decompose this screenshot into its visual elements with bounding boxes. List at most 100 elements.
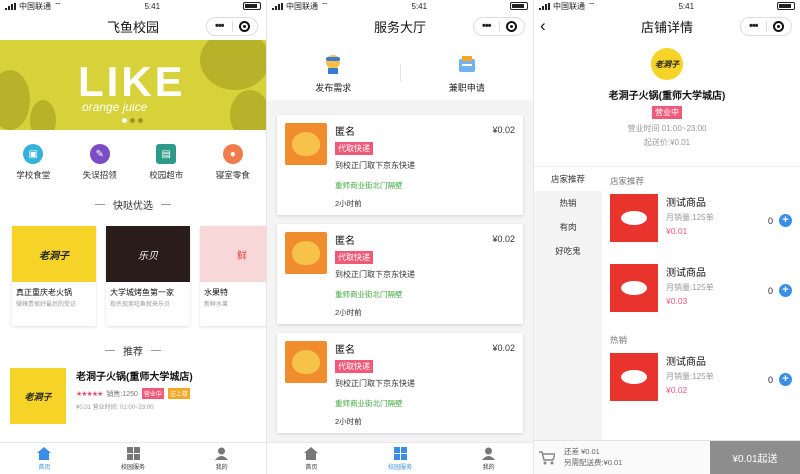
category-sidebar: 店家推荐 热销 有肉 好吃鬼 — [534, 167, 602, 446]
carrier: 中国联通 — [286, 1, 318, 11]
page-title: 店铺详情 — [640, 19, 693, 35]
rating-stars: ★★★★★ — [76, 390, 103, 398]
tab-services[interactable]: 校园服务 — [356, 443, 445, 474]
battery-icon — [509, 2, 528, 10]
cart-bar: 还差 ¥0.01 另需配送费:¥0.01 ¥0.01起送 — [534, 440, 800, 474]
publish-button[interactable]: 发布需求 — [267, 53, 400, 94]
status-badge: 营业中 — [652, 106, 682, 119]
recommend-item[interactable]: 老洞子 老洞子火锅(重师大学城店) ★★★★★ 销售:1250 营业中 送上楼 … — [0, 360, 266, 424]
tab-services[interactable]: 校园服务 — [89, 443, 178, 474]
cart-icon[interactable] — [534, 441, 560, 474]
tab-bar: 首页 校园服务 我的 — [267, 442, 533, 474]
request-time: 2小时前 — [335, 417, 362, 426]
more-icon[interactable]: ••• — [741, 18, 766, 35]
sidebar-item-recommend[interactable]: 店家推荐 — [534, 167, 602, 191]
parttime-apply-button[interactable]: 兼职申请 — [401, 53, 534, 94]
tab-me[interactable]: 我的 — [444, 443, 533, 474]
goods-image — [610, 353, 658, 401]
canteen-icon: ▣ — [23, 144, 44, 164]
add-icon[interactable]: + — [779, 373, 792, 386]
sidebar-item-meat[interactable]: 有肉 — [534, 215, 602, 239]
wifi-icon: ⌔ — [321, 1, 329, 10]
status-bar: 中国联通 ⌔ 5:41 — [267, 0, 533, 12]
sidebar-item-hot[interactable]: 热销 — [534, 191, 602, 215]
status-bar: 中国联通 ⌔ 5:41 — [534, 0, 800, 12]
user-icon — [214, 447, 229, 461]
close-target-icon[interactable] — [500, 21, 525, 32]
goods-list: 店家推荐 测试商品 月销量:125单 ¥0.01 0 + 测试商品 月销量:125… — [602, 167, 800, 446]
shop-desc: 新鲜水果 — [204, 302, 229, 308]
hours-line: ¥0.01 营业时间: 01:00~23:00 — [76, 405, 154, 411]
request-card[interactable]: 匿名 代取快递 到校正门取下京东快递 重师商业街北门隔壁 2小时前 ¥0.02 — [277, 333, 523, 433]
avatar — [285, 123, 327, 165]
business-hours: 营业时间 01:00~23:00 — [627, 124, 707, 133]
shop-card[interactable]: 鲜 水果特 新鲜水果 — [200, 226, 266, 326]
shop-name: 水果特 — [204, 288, 228, 297]
carrier: 中国联通 — [19, 1, 51, 11]
tab-me[interactable]: 我的 — [177, 443, 266, 474]
navbar: 飞鱼校园 ••• — [0, 12, 266, 40]
shop-card[interactable]: 乐贝 大学城烤鱼第一家 现杀现卖吃鱼就来乐贝 — [106, 226, 190, 326]
featured-heading: 快哒优选 — [0, 194, 266, 214]
category-label: 校园超市 — [149, 170, 184, 180]
request-card[interactable]: 匿名 代取快递 到校正门取下京东快递 重师商业街北门隔壁 2小时前 ¥0.02 — [277, 224, 523, 324]
shop-logo: 老洞子 — [10, 368, 66, 424]
category-canteen[interactable]: ▣ 学校食堂 — [5, 144, 61, 190]
requester-name: 匿名 — [335, 345, 355, 356]
tab-home[interactable]: 首页 — [0, 443, 89, 474]
request-desc: 到校正门取下京东快递 — [335, 379, 415, 388]
mini-program-capsule: ••• — [206, 17, 258, 36]
checkout-button[interactable]: ¥0.01起送 — [710, 441, 800, 474]
clock: 5:41 — [678, 1, 695, 11]
group-title: 热销 — [610, 335, 628, 345]
sidebar-item-foodie[interactable]: 好吃鬼 — [534, 239, 602, 263]
battery-icon — [776, 2, 795, 10]
more-icon[interactable]: ••• — [207, 18, 232, 35]
signal-icon — [539, 2, 550, 10]
mini-program-capsule: ••• — [473, 17, 525, 36]
request-price: ¥0.02 — [492, 343, 515, 353]
goods-item[interactable]: 测试商品 月销量:125单 ¥0.01 0 + — [610, 194, 792, 254]
request-desc: 到校正门取下京东快递 — [335, 161, 415, 170]
category-supermarket[interactable]: ▤ 校园超市 — [138, 144, 194, 190]
goods-price: ¥0.03 — [666, 296, 688, 306]
goods-sales: 月销量:125单 — [666, 372, 714, 381]
navbar: 服务大厅 ••• — [267, 12, 533, 40]
tab-home[interactable]: 首页 — [267, 443, 356, 474]
shop-name: 老洞子火锅(重师大学城店) — [608, 91, 726, 102]
request-address: 重师商业街北门隔壁 — [335, 399, 403, 408]
goods-image — [610, 264, 658, 312]
category-row: ▣ 学校食堂 ✎ 失误招领 ▤ 校园超市 ● 寝室零食 — [0, 130, 266, 190]
shop-desc: 现杀现卖吃鱼就来乐贝 — [110, 302, 171, 308]
publish-icon — [322, 53, 344, 75]
tab-label: 我的 — [482, 464, 495, 471]
close-target-icon[interactable] — [233, 21, 258, 32]
request-address: 重师商业街北门隔壁 — [335, 181, 403, 190]
shop-card[interactable]: 老洞子 真正重庆老火锅 微辣贵很好最后的受访 — [12, 226, 96, 326]
shop-logo: 鲜 — [200, 226, 266, 282]
goods-name: 测试商品 — [666, 198, 706, 209]
sales-count: 销售:1250 — [106, 390, 138, 398]
request-time: 2小时前 — [335, 199, 362, 208]
status-bar: 中国联通 ⌔ 5:41 — [0, 0, 266, 12]
category-snack[interactable]: ● 寝室零食 — [205, 144, 261, 190]
goods-item[interactable]: 测试商品 月销量:125单 ¥0.03 0 + — [610, 264, 792, 324]
close-target-icon[interactable] — [767, 21, 792, 32]
goods-item[interactable]: 测试商品 月销量:125单 ¥0.02 0 + — [610, 353, 792, 413]
goods-image — [610, 194, 658, 242]
featured-shop-list: 老洞子 真正重庆老火锅 微辣贵很好最后的受访 乐贝 大学城烤鱼第一家 现杀现卖吃… — [0, 226, 266, 326]
add-icon[interactable]: + — [779, 214, 792, 227]
category-badge: 代取快递 — [335, 360, 373, 373]
service-actions: 发布需求 兼职申请 — [267, 46, 533, 106]
back-icon[interactable]: ‹ — [540, 16, 546, 36]
add-icon[interactable]: + — [779, 284, 792, 297]
more-icon[interactable]: ••• — [474, 18, 499, 35]
wifi-icon: ⌔ — [588, 1, 596, 10]
category-lost-found[interactable]: ✎ 失误招领 — [72, 144, 128, 190]
wifi-icon: ⌔ — [54, 1, 62, 10]
request-card[interactable]: 匿名 代取快递 到校正门取下京东快递 重师商业街北门隔壁 2小时前 ¥0.02 — [277, 115, 523, 215]
shop-name: 大学城烤鱼第一家 — [110, 288, 174, 297]
banner-carousel[interactable]: LIKE orange juice — [0, 40, 266, 130]
page-title: 服务大厅 — [373, 19, 426, 35]
tab-label: 首页 — [38, 464, 51, 471]
